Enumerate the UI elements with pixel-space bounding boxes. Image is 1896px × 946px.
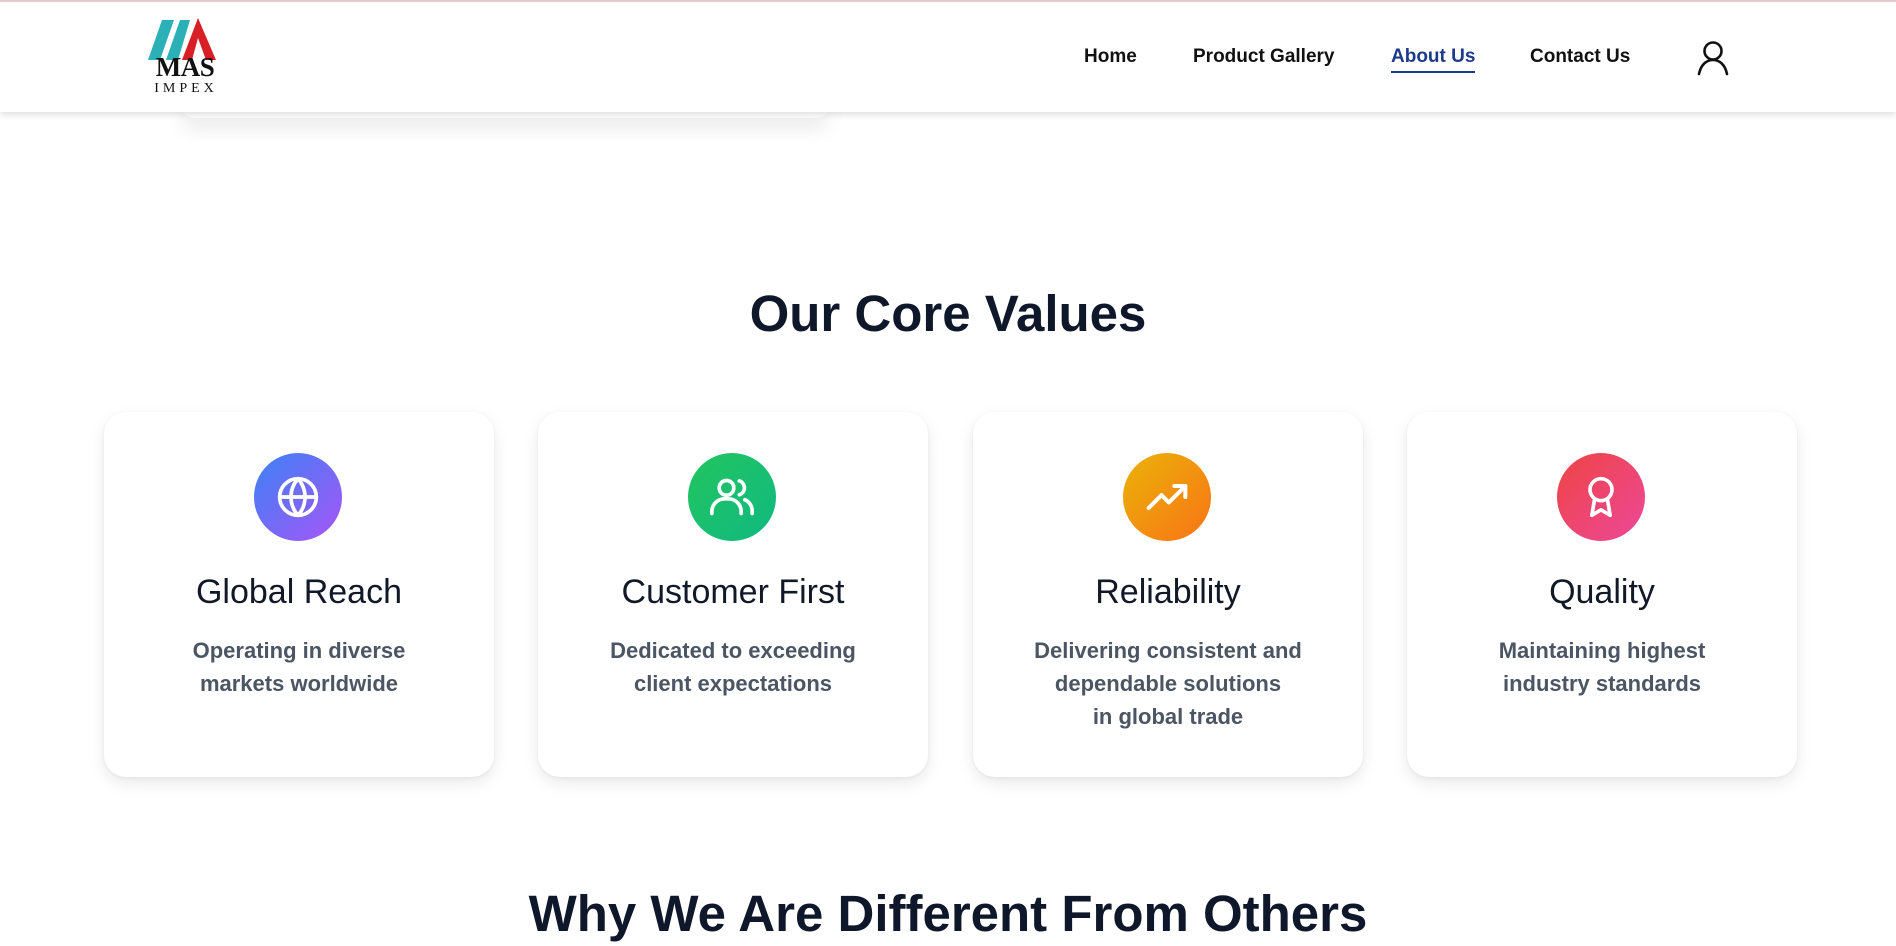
brand-subname: IMPEX <box>154 81 218 96</box>
award-icon <box>1557 453 1645 541</box>
user-icon[interactable] <box>1697 40 1729 76</box>
card-title: Customer First <box>621 573 845 611</box>
nav-about-us[interactable]: About Us <box>1391 46 1476 73</box>
trending-up-icon <box>1123 453 1211 541</box>
nav-home[interactable]: Home <box>1084 46 1137 68</box>
value-card-customer-first: Customer First Dedicated to exceeding cl… <box>538 412 928 777</box>
card-description: Dedicated to exceeding client expectatio… <box>610 638 856 696</box>
card-description: Operating in diverse markets worldwide <box>192 638 406 696</box>
brand-logo[interactable]: MAS IMPEX <box>148 16 228 98</box>
globe-icon <box>254 453 342 541</box>
nav-product-gallery[interactable]: Product Gallery <box>1193 46 1335 68</box>
card-title: Quality <box>1549 573 1655 611</box>
why-different-title: Why We Are Different From Others <box>528 885 1368 942</box>
card-description: Maintaining highest industry standards <box>1498 638 1706 696</box>
card-title: Reliability <box>1095 573 1241 611</box>
site-header: MAS IMPEX Home Product Gallery About Us … <box>0 2 1896 112</box>
nav-contact-us[interactable]: Contact Us <box>1530 46 1630 68</box>
core-values-title: Our Core Values <box>749 285 1147 342</box>
value-card-reliability: Reliability Delivering consistent and de… <box>973 412 1363 777</box>
value-card-quality: Quality Maintaining highest industry sta… <box>1407 412 1797 777</box>
card-title: Global Reach <box>195 573 402 611</box>
brand-name: MAS <box>155 52 215 82</box>
card-description: Delivering consistent and dependable sol… <box>1034 638 1302 729</box>
value-card-global-reach: Global Reach Operating in diverse market… <box>104 412 494 777</box>
users-icon <box>688 453 776 541</box>
